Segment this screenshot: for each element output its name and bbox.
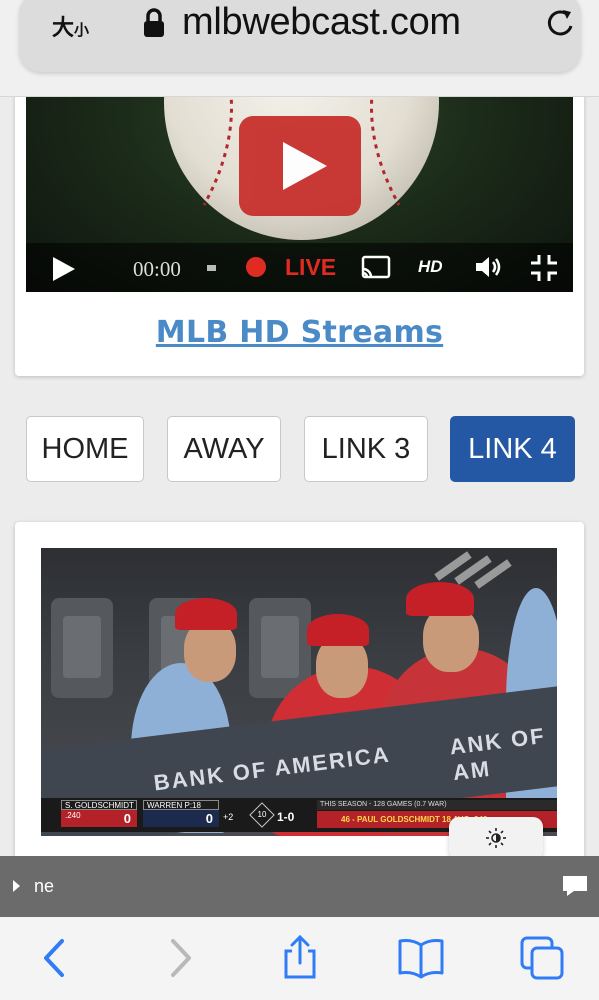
- caption-text: ne: [34, 876, 55, 896]
- text-size-large-glyph: 大: [52, 16, 75, 41]
- hd-button[interactable]: HD: [418, 257, 443, 277]
- back-icon[interactable]: [32, 935, 78, 981]
- url-text: mlbwebcast.com: [182, 1, 461, 43]
- url-field[interactable]: 大小 mlbwebcast.com: [19, 0, 581, 72]
- forward-icon[interactable]: [157, 935, 203, 981]
- tabs-icon[interactable]: [519, 935, 565, 981]
- player-cap: [307, 614, 369, 646]
- scorebug-team2: WARREN P:18 0: [143, 800, 219, 828]
- chat-bubble-icon[interactable]: [562, 875, 588, 897]
- scorebug-team1-label: S. GOLDSCHMIDT .240: [61, 800, 137, 820]
- caption-bar[interactable]: ne: [0, 856, 599, 917]
- scorebug-ticker-top: THIS SEASON - 128 GAMES (0.7 WAR): [317, 800, 557, 810]
- browser-toolbar: [0, 917, 599, 1000]
- brightness-toggle[interactable]: [449, 817, 543, 860]
- stream-card: BANK OF AMERICA ANK OF AM S. GOLDSCHMIDT…: [15, 522, 584, 856]
- dugout-phone: [51, 598, 113, 698]
- link-4-button[interactable]: LINK 4: [450, 416, 575, 482]
- text-size-small-glyph: 小: [74, 21, 90, 39]
- player-cap: [406, 582, 474, 616]
- player-controls: 00:00 LIVE HD: [26, 243, 573, 292]
- scorebug-outs: +2: [223, 812, 234, 822]
- share-icon[interactable]: [277, 935, 323, 981]
- live-label[interactable]: LIVE: [285, 254, 336, 281]
- lock-icon: [144, 8, 164, 37]
- live-dot-icon: [246, 257, 266, 277]
- stream-thumbnail[interactable]: BANK OF AMERICA ANK OF AM S. GOLDSCHMIDT…: [41, 548, 557, 836]
- text-size-button[interactable]: 大小: [52, 10, 89, 42]
- cast-icon[interactable]: [361, 255, 391, 281]
- bookmarks-icon[interactable]: [398, 935, 444, 981]
- sun-icon: [486, 828, 506, 848]
- scorebug-team2-score: 0: [143, 810, 219, 827]
- big-play-button[interactable]: [239, 116, 361, 216]
- play-icon[interactable]: [53, 257, 75, 281]
- home-button[interactable]: HOME: [26, 416, 144, 482]
- browser-address-bar: 大小 mlbwebcast.com: [0, 0, 599, 97]
- video-player[interactable]: 00:00 LIVE HD: [26, 97, 573, 292]
- away-button[interactable]: AWAY: [167, 416, 281, 482]
- scorebug-count: 1-0: [277, 810, 295, 824]
- volume-icon[interactable]: [473, 254, 503, 280]
- expand-caption-icon[interactable]: [13, 880, 20, 892]
- video-card: 00:00 LIVE HD MLB HD Streams: [15, 97, 584, 376]
- progress-indicator: [207, 265, 216, 271]
- player-cap: [175, 598, 237, 630]
- reload-icon[interactable]: [543, 6, 577, 40]
- scorebug-team1: S. GOLDSCHMIDT .240 0: [61, 800, 137, 828]
- time-display: 00:00: [133, 257, 181, 281]
- exit-fullscreen-icon[interactable]: [529, 253, 559, 283]
- scorebug-pitch: 10: [257, 810, 267, 819]
- page-content: 00:00 LIVE HD MLB HD Streams HOME AWAY L…: [0, 97, 599, 856]
- mlb-hd-streams-link[interactable]: MLB HD Streams: [15, 315, 584, 350]
- link-3-button[interactable]: LINK 3: [304, 416, 428, 482]
- scorebug-team2-label: WARREN P:18: [143, 800, 219, 810]
